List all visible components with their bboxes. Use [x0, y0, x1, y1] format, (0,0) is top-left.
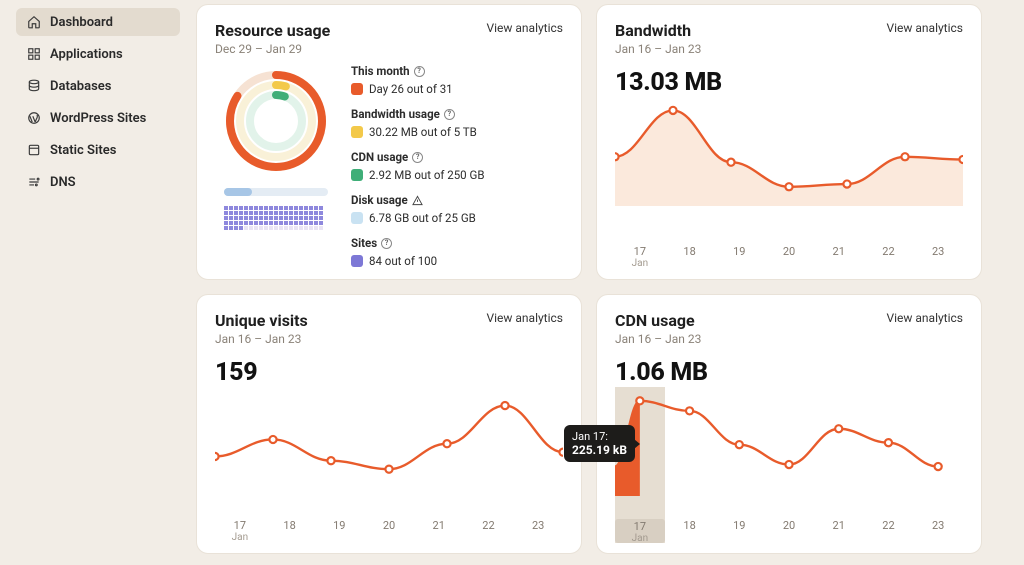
sidebar: Dashboard Applications Databases WordPre…	[0, 0, 190, 565]
x-tick: 21	[414, 519, 464, 543]
disk-progress-bar	[224, 188, 328, 196]
tooltip-value: 225.19 kB	[572, 443, 627, 457]
sidebar-item-label: Databases	[50, 79, 111, 94]
unique-visits-chart: 17Jan181920212223 Jan 17: 225.19 kB	[215, 387, 563, 543]
x-tick: 20	[364, 519, 414, 543]
view-analytics-link[interactable]: View analytics	[886, 21, 963, 35]
static-icon	[26, 142, 42, 158]
help-icon[interactable]: ?	[412, 152, 423, 163]
x-tick: 20	[764, 519, 814, 543]
legend-value: 6.78 GB out of 25 GB	[369, 211, 476, 227]
sidebar-item-wordpress[interactable]: WordPress Sites	[16, 104, 180, 132]
sidebar-item-label: Static Sites	[50, 143, 116, 158]
metric-value: 13.03 MB	[615, 68, 963, 97]
tooltip-label: Jan 17:	[572, 430, 627, 443]
swatch-icon	[351, 212, 363, 224]
x-tick: 18	[665, 519, 715, 543]
card-title: Unique visits	[215, 311, 308, 330]
resource-donut	[221, 66, 331, 176]
x-tick: 21	[814, 519, 864, 543]
help-icon[interactable]: ?	[414, 66, 425, 77]
cdn-chart: 17Jan181920212223	[615, 387, 963, 543]
sites-grid	[224, 206, 328, 230]
dns-icon	[26, 174, 42, 190]
legend-value: 30.22 MB out of 5 TB	[369, 125, 477, 141]
legend-value: 2.92 MB out of 250 GB	[369, 168, 485, 184]
sidebar-item-dashboard[interactable]: Dashboard	[16, 8, 180, 36]
wordpress-icon	[26, 110, 42, 126]
chart-tooltip: Jan 17: 225.19 kB	[564, 425, 635, 462]
card-title: CDN usage	[615, 311, 701, 330]
swatch-icon	[351, 255, 363, 267]
sidebar-item-dns[interactable]: DNS	[16, 168, 180, 196]
x-tick: 19	[714, 519, 764, 543]
card-title: Bandwidth	[615, 21, 701, 40]
metric-value: 1.06 MB	[615, 358, 963, 387]
x-tick: 23	[913, 245, 963, 269]
x-tick: 18	[665, 245, 715, 269]
swatch-icon	[351, 83, 363, 95]
main-content: Resource usage Dec 29 – Jan 29 View anal…	[190, 0, 1024, 565]
apps-icon	[26, 46, 42, 62]
x-tick: 17Jan	[615, 519, 665, 543]
card-cdn-usage: CDN usage Jan 16 – Jan 23 View analytics…	[596, 294, 982, 554]
date-range: Jan 16 – Jan 23	[615, 332, 701, 346]
card-resource-usage: Resource usage Dec 29 – Jan 29 View anal…	[196, 4, 582, 280]
card-unique-visits: Unique visits Jan 16 – Jan 23 View analy…	[196, 294, 582, 554]
x-tick: 21	[814, 245, 864, 269]
x-tick: 19	[714, 245, 764, 269]
sidebar-item-applications[interactable]: Applications	[16, 40, 180, 68]
legend-value: 84 out of 100	[369, 254, 437, 270]
x-tick: 23	[513, 519, 563, 543]
x-tick: 22	[864, 519, 914, 543]
card-title: Resource usage	[215, 21, 330, 40]
x-tick: 18	[265, 519, 315, 543]
legend-title: Disk usage	[351, 193, 408, 209]
view-analytics-link[interactable]: View analytics	[486, 21, 563, 35]
sidebar-item-label: DNS	[50, 175, 76, 190]
card-bandwidth: Bandwidth Jan 16 – Jan 23 View analytics…	[596, 4, 982, 280]
x-tick: 17Jan	[215, 519, 265, 543]
resource-legend: This month ? Day 26 out of 31 Bandwidth …	[351, 64, 485, 279]
view-analytics-link[interactable]: View analytics	[486, 311, 563, 325]
help-icon[interactable]: ?	[381, 238, 392, 249]
bandwidth-chart: 17Jan181920212223	[615, 97, 963, 269]
metric-value: 159	[215, 358, 563, 387]
x-tick: 19	[314, 519, 364, 543]
legend-title: This month	[351, 64, 410, 80]
swatch-icon	[351, 169, 363, 181]
legend-title: CDN usage	[351, 150, 408, 166]
x-tick: 22	[464, 519, 514, 543]
help-icon[interactable]: ?	[444, 109, 455, 120]
sidebar-item-label: Applications	[50, 47, 123, 62]
sidebar-item-label: Dashboard	[50, 15, 113, 30]
home-icon	[26, 14, 42, 30]
date-range: Jan 16 – Jan 23	[615, 42, 701, 56]
sidebar-item-label: WordPress Sites	[50, 111, 146, 126]
database-icon	[26, 78, 42, 94]
date-range: Dec 29 – Jan 29	[215, 42, 330, 56]
date-range: Jan 16 – Jan 23	[215, 332, 308, 346]
x-tick: 22	[864, 245, 914, 269]
view-analytics-link[interactable]: View analytics	[886, 311, 963, 325]
swatch-icon	[351, 126, 363, 138]
legend-value: Day 26 out of 31	[369, 82, 453, 98]
sidebar-item-static[interactable]: Static Sites	[16, 136, 180, 164]
sidebar-item-databases[interactable]: Databases	[16, 72, 180, 100]
legend-title: Sites	[351, 236, 377, 252]
x-tick: 17Jan	[615, 245, 665, 269]
warning-icon	[412, 195, 423, 206]
x-tick: 23	[913, 519, 963, 543]
x-tick: 20	[764, 245, 814, 269]
legend-title: Bandwidth usage	[351, 107, 440, 123]
